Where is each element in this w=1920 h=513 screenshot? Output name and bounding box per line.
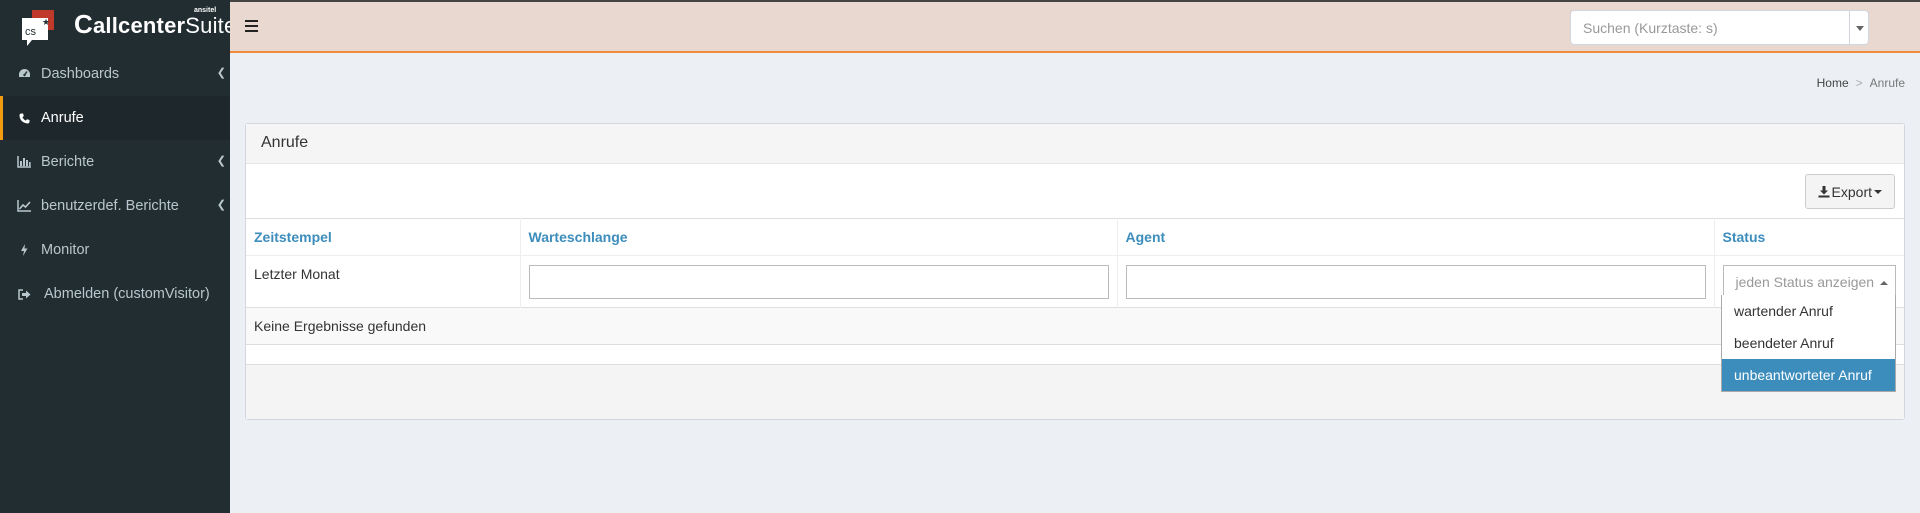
sidebar-item-label: benutzerdef. Berichte — [41, 198, 179, 214]
breadcrumb-separator: > — [1855, 76, 1863, 90]
search-dropdown-button[interactable] — [1849, 10, 1869, 45]
sidebar-menu: Dashboards ❮ Anrufe Berichte ❮ benutzerd… — [0, 52, 230, 316]
logo-subtitle: ansitel — [194, 7, 217, 14]
svg-text:★: ★ — [42, 18, 50, 28]
chevron-left-icon: ❮ — [216, 155, 226, 167]
logo-text-light: Suite — [185, 13, 237, 38]
hamburger-menu-icon[interactable] — [245, 20, 258, 32]
timestamp-filter[interactable]: Letzter Monat — [246, 255, 521, 308]
sidebar-item-abmelden[interactable]: Abmelden (customVisitor) — [0, 272, 230, 316]
sidebar-item-label: Berichte — [41, 154, 95, 170]
breadcrumb-current: Anrufe — [1869, 76, 1905, 90]
sign-out-icon — [17, 288, 31, 300]
caret-down-icon — [1874, 189, 1882, 194]
calls-table: Zeitstempel Warteschlange Agent Status L… — [246, 218, 1904, 365]
chevron-left-icon: ❮ — [216, 67, 226, 79]
export-button[interactable]: Export — [1804, 174, 1895, 209]
status-dropdown-menu: wartender Anruf beendeter Anruf unbeantw… — [1721, 295, 1896, 392]
status-select[interactable]: jeden Status anzeigen — [1722, 264, 1896, 299]
filter-row: Letzter Monat jeden Status anzeigen — [246, 255, 1904, 308]
caret-up-icon — [1880, 280, 1888, 285]
column-header-warteschlange[interactable]: Warteschlange — [520, 218, 1118, 256]
column-header-agent[interactable]: Agent — [1117, 218, 1715, 256]
agent-filter-input[interactable] — [1125, 264, 1706, 299]
sidebar-item-monitor[interactable]: Monitor — [0, 228, 230, 272]
sidebar-item-label: Anrufe — [41, 110, 84, 126]
top-header — [230, 0, 1920, 53]
table-spacer-row — [246, 345, 1904, 365]
logo-text-bold: allcenter — [92, 13, 186, 38]
sidebar: cs ★ CallcenterSuite ansitel Dashboards … — [0, 0, 236, 513]
status-option-wartender[interactable]: wartender Anruf — [1722, 295, 1895, 327]
sidebar-item-label: Dashboards — [41, 66, 120, 82]
warteschlange-filter-input[interactable] — [528, 264, 1109, 299]
logo-mark-icon: cs ★ — [22, 10, 54, 46]
sidebar-item-label: Monitor — [41, 242, 90, 258]
caret-down-icon — [1856, 26, 1864, 31]
panel-footer — [246, 364, 1904, 419]
bolt-icon — [17, 244, 31, 256]
dashboard-icon — [17, 68, 31, 80]
search-box — [1570, 10, 1869, 45]
sidebar-item-dashboards[interactable]: Dashboards ❮ — [0, 52, 230, 96]
empty-results-row: Keine Ergebnisse gefunden — [246, 307, 1904, 345]
bar-chart-icon — [17, 156, 31, 168]
breadcrumb: Home > Anrufe — [1817, 76, 1905, 90]
logo-mark-text: cs — [25, 26, 37, 38]
table-header-row: Zeitstempel Warteschlange Agent Status — [246, 218, 1904, 256]
download-icon — [1818, 185, 1830, 197]
status-select-placeholder: jeden Status anzeigen — [1735, 273, 1875, 290]
column-header-zeitstempel[interactable]: Zeitstempel — [246, 218, 521, 256]
line-chart-icon — [17, 200, 31, 212]
chevron-left-icon: ❮ — [216, 199, 226, 211]
logo[interactable]: cs ★ CallcenterSuite ansitel — [0, 0, 236, 52]
calls-panel: Anrufe Export Zeitstempel Warteschlange … — [245, 123, 1905, 420]
panel-toolbar: Export — [246, 164, 1904, 218]
panel-title: Anrufe — [246, 124, 1904, 164]
breadcrumb-home[interactable]: Home — [1817, 76, 1849, 90]
logo-text-first: C — [74, 9, 93, 39]
sidebar-item-anrufe[interactable]: Anrufe — [0, 96, 230, 140]
sidebar-item-benutzerdef-berichte[interactable]: benutzerdef. Berichte ❮ — [0, 184, 230, 228]
sidebar-item-label: Abmelden (customVisitor) — [44, 286, 210, 302]
empty-message: Keine Ergebnisse gefunden — [246, 307, 1904, 345]
column-header-status[interactable]: Status — [1714, 218, 1904, 256]
search-input[interactable] — [1570, 10, 1850, 45]
status-option-beendeter[interactable]: beendeter Anruf — [1722, 327, 1895, 359]
status-option-unbeantworteter[interactable]: unbeantworteter Anruf — [1722, 359, 1895, 391]
export-label: Export — [1831, 183, 1872, 200]
phone-icon — [17, 113, 31, 124]
sidebar-item-berichte[interactable]: Berichte ❮ — [0, 140, 230, 184]
